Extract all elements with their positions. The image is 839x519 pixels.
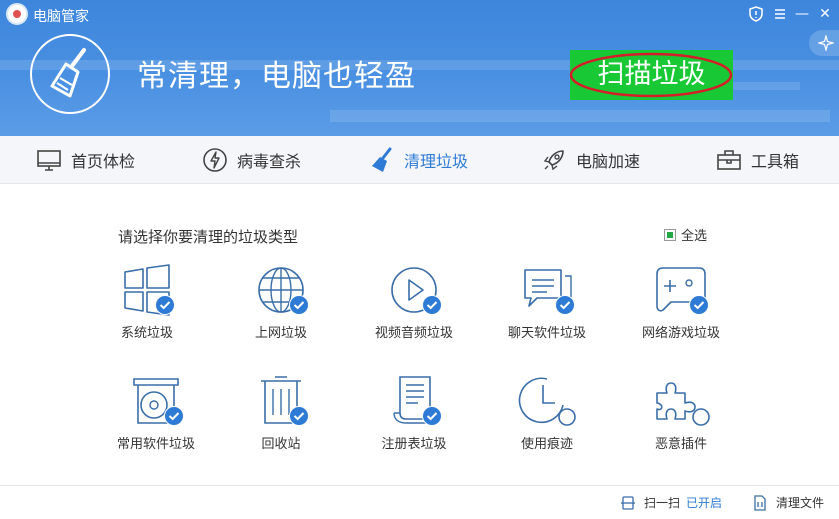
- junk-item-usage-traces[interactable]: 使用痕迹: [497, 375, 597, 455]
- sparkle-tab[interactable]: [809, 30, 839, 56]
- title-bar[interactable]: 电脑管家 — ✕: [0, 0, 839, 30]
- shred-label: 清理文件: [776, 496, 825, 510]
- nav-virus-scan[interactable]: 病毒查杀: [201, 136, 301, 184]
- lightning-icon: [203, 148, 227, 172]
- junk-item-label: 注册表垃圾: [381, 437, 447, 452]
- minimize-button[interactable]: —: [792, 4, 812, 24]
- junk-item-game[interactable]: 网络游戏垃圾: [631, 264, 731, 344]
- nav-toolbox[interactable]: 工具箱: [715, 136, 799, 184]
- junk-type-prompt: 请选择你要清理的垃圾类型: [118, 228, 299, 246]
- scan-status: 已开启: [686, 496, 723, 510]
- toolbox-icon: [717, 150, 741, 170]
- nav-home-checkup[interactable]: 首页体检: [35, 136, 135, 184]
- nav-speedup[interactable]: 电脑加速: [540, 136, 640, 184]
- junk-item-system[interactable]: 系统垃圾: [97, 264, 197, 344]
- close-button[interactable]: ✕: [815, 4, 835, 24]
- file-clean-icon: [754, 494, 766, 511]
- check-icon[interactable]: [164, 406, 184, 426]
- junk-item-label: 回收站: [261, 437, 301, 452]
- nav-label: 电脑加速: [576, 152, 641, 171]
- shield-icon[interactable]: [746, 4, 766, 24]
- checkbox-icon: [664, 228, 676, 241]
- nav-label: 病毒查杀: [237, 152, 302, 171]
- junk-item-malicious-plugin[interactable]: 恶意插件: [631, 375, 731, 455]
- slogan-text: 常清理，电脑也轻盈: [137, 59, 416, 94]
- clock-icon: [518, 377, 576, 426]
- puzzle-icon: [656, 382, 710, 426]
- nav-label: 清理垃圾: [404, 152, 469, 171]
- junk-item-label: 恶意插件: [654, 437, 707, 452]
- check-icon[interactable]: [422, 295, 442, 315]
- scan-qr-toggle[interactable]: 扫一扫 已开启: [620, 494, 722, 511]
- sparkle-icon: [818, 35, 834, 51]
- check-icon[interactable]: [689, 295, 709, 315]
- monitor-icon: [37, 150, 61, 171]
- junk-item-media[interactable]: 视频音频垃圾: [364, 264, 464, 344]
- main-nav: 首页体检 病毒查杀 清理垃圾 电脑加速 工具箱: [0, 136, 839, 184]
- junk-item-internet[interactable]: 上网垃圾: [231, 264, 331, 344]
- junk-item-label: 上网垃圾: [254, 326, 307, 341]
- app-title: 电脑管家: [33, 9, 89, 25]
- junk-item-label: 视频音频垃圾: [374, 326, 453, 341]
- broom-logo: [30, 34, 110, 114]
- junk-item-label: 聊天软件垃圾: [507, 326, 586, 341]
- junk-item-label: 使用痕迹: [520, 437, 573, 452]
- check-icon[interactable]: [289, 406, 309, 426]
- check-icon[interactable]: [155, 295, 175, 315]
- shred-file-button[interactable]: 清理文件: [752, 494, 824, 511]
- app-logo: [6, 3, 28, 25]
- junk-item-chat[interactable]: 聊天软件垃圾: [497, 264, 597, 344]
- select-all-checkbox[interactable]: 全选: [664, 225, 707, 244]
- junk-item-label: 网络游戏垃圾: [641, 326, 720, 341]
- check-icon[interactable]: [555, 295, 575, 315]
- status-bar: 扫一扫 已开启 清理文件: [0, 485, 839, 519]
- broom-icon: [50, 48, 86, 98]
- junk-item-label: 常用软件垃圾: [116, 437, 195, 452]
- junk-item-software[interactable]: 常用软件垃圾: [106, 375, 206, 455]
- header-banner: 电脑管家 — ✕ 常清理，电脑也轻盈 扫描垃圾: [0, 0, 839, 136]
- select-all-label: 全选: [681, 229, 708, 244]
- scan-label: 扫一扫: [644, 496, 681, 510]
- menu-icon[interactable]: [770, 4, 790, 24]
- scan-icon: [621, 495, 635, 510]
- nav-label: 工具箱: [751, 152, 800, 171]
- junk-item-label: 系统垃圾: [120, 326, 173, 341]
- check-icon[interactable]: [422, 406, 442, 426]
- nav-label: 首页体检: [71, 152, 136, 171]
- broom-icon: [372, 147, 392, 172]
- scan-junk-button[interactable]: 扫描垃圾: [570, 50, 733, 100]
- nav-clean-junk[interactable]: 清理垃圾: [368, 136, 468, 184]
- junk-item-registry[interactable]: 注册表垃圾: [364, 375, 464, 455]
- rocket-icon: [543, 150, 564, 171]
- check-icon[interactable]: [289, 295, 309, 315]
- junk-item-recycle-bin[interactable]: 回收站: [231, 375, 331, 455]
